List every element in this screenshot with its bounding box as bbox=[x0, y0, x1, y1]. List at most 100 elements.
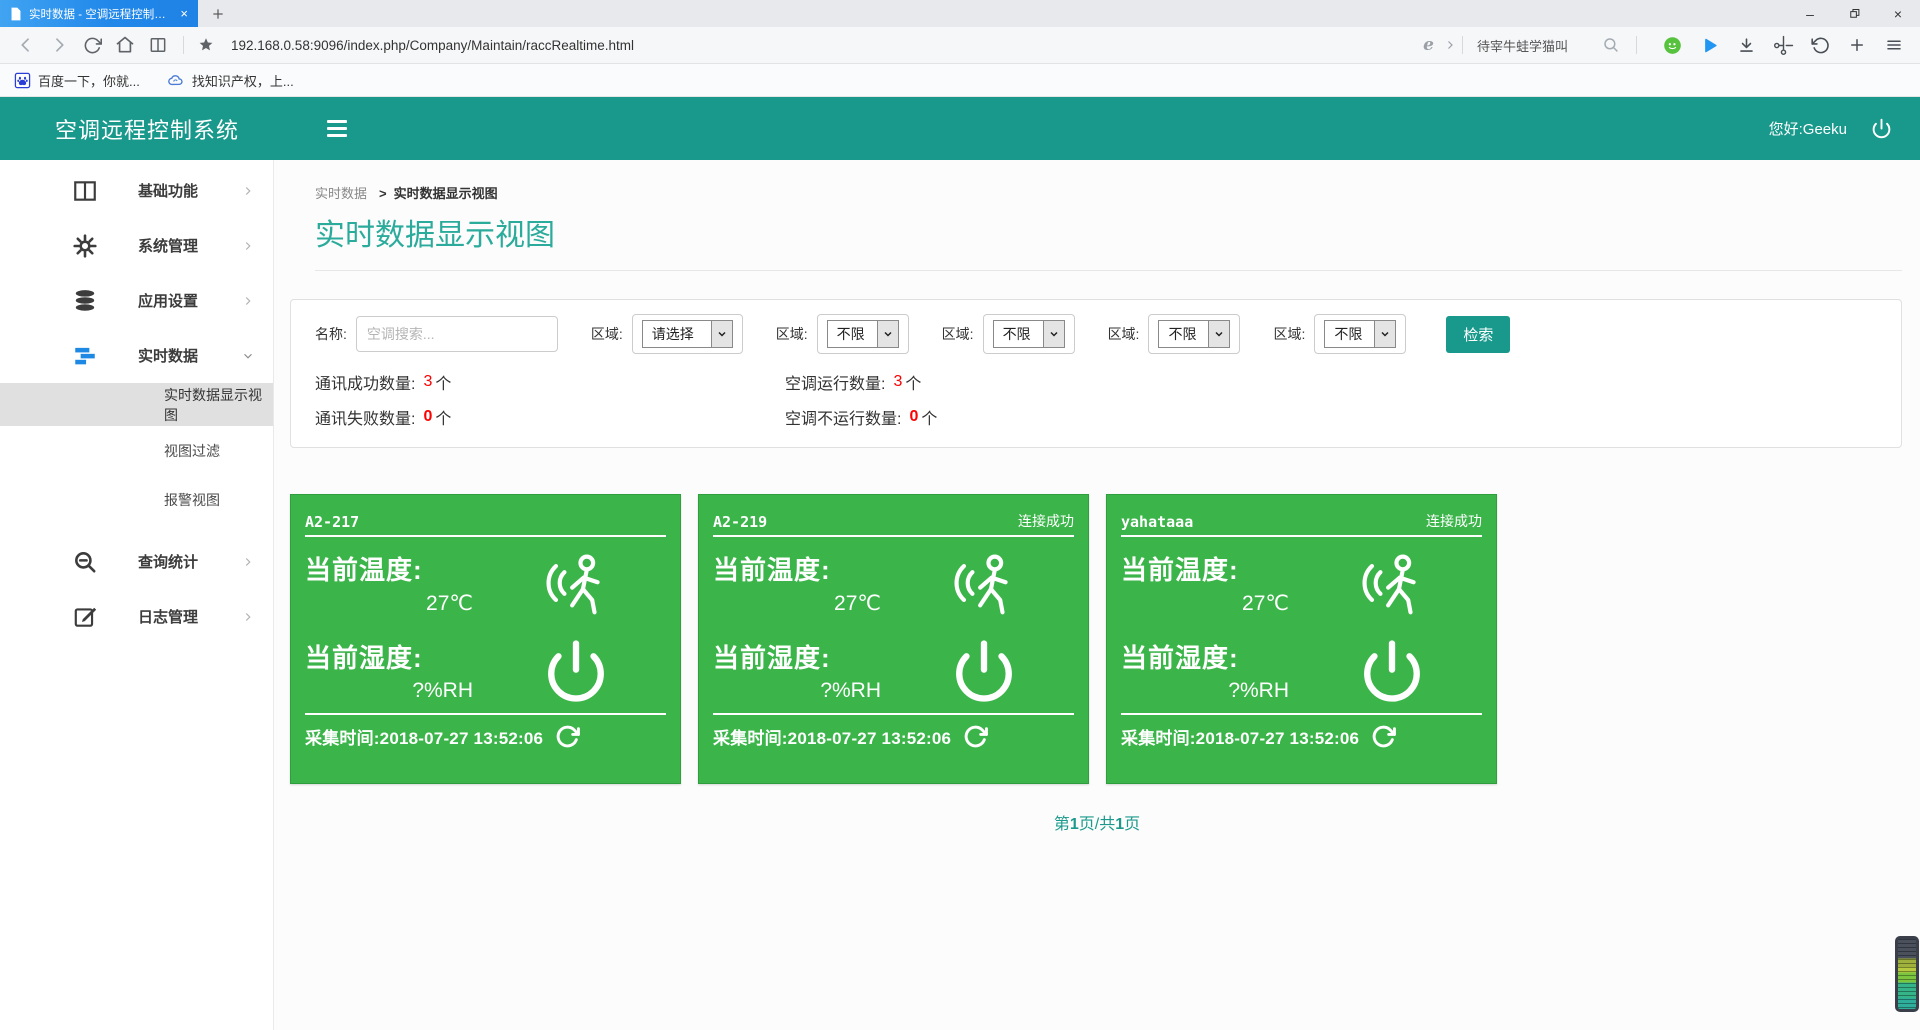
ac-name: A2-217 bbox=[305, 513, 359, 531]
gear-icon bbox=[72, 233, 98, 259]
chevron-right-icon bbox=[241, 239, 255, 253]
minimize-button[interactable]: – bbox=[1788, 0, 1832, 27]
refresh-icon[interactable] bbox=[1371, 724, 1396, 749]
address-bar[interactable]: 192.168.0.58:9096/index.php/Company/Main… bbox=[231, 38, 634, 53]
window-controls: – × bbox=[1788, 0, 1920, 27]
sidebar-item-basic-functions[interactable]: 基础功能 bbox=[0, 163, 273, 218]
refresh-icon[interactable] bbox=[963, 724, 988, 749]
undo-icon[interactable] bbox=[1808, 33, 1832, 57]
chevron-right-icon bbox=[241, 610, 255, 624]
divider bbox=[713, 535, 1074, 537]
sidebar-subitem-realtime-view[interactable]: 实时数据显示视图 bbox=[0, 383, 273, 426]
ac-name: yahataaa bbox=[1121, 513, 1193, 531]
divider bbox=[305, 713, 666, 715]
sidebar-toggle-icon[interactable] bbox=[327, 120, 347, 137]
ac-search-input[interactable] bbox=[356, 316, 558, 352]
edit-icon bbox=[72, 604, 98, 630]
toolbar-separator bbox=[183, 36, 184, 54]
breadcrumb: 实时数据>实时数据显示视图 bbox=[315, 183, 1902, 202]
divider bbox=[1121, 535, 1482, 537]
new-tab-button[interactable] bbox=[198, 0, 238, 27]
sidebar-item-query-statistics[interactable]: 查询统计 bbox=[0, 534, 273, 589]
chevron-down-icon bbox=[241, 349, 255, 363]
humidity-label: 当前湿度: bbox=[713, 643, 831, 673]
chevron-right-icon bbox=[241, 294, 255, 308]
menu-icon[interactable] bbox=[1882, 33, 1906, 57]
bookmark-label: 百度一下，你就... bbox=[38, 71, 140, 90]
motion-walk-icon[interactable] bbox=[1301, 546, 1482, 620]
search-icon[interactable] bbox=[1599, 33, 1623, 57]
refresh-icon[interactable] bbox=[555, 724, 580, 749]
name-label: 名称: bbox=[315, 324, 347, 344]
temp-label: 当前温度: bbox=[713, 555, 831, 585]
back-icon[interactable] bbox=[14, 33, 38, 57]
divider bbox=[305, 535, 666, 537]
stat-ac-running: 空调运行数量:3个 bbox=[785, 370, 1881, 394]
refresh-icon[interactable] bbox=[80, 33, 104, 57]
wechat-icon[interactable] bbox=[1660, 33, 1684, 57]
restore-icon bbox=[1847, 6, 1862, 21]
sidebar: 基础功能 系统管理 应用设置 实时数据 实时数据显示视图 视图过滤 报警视图 bbox=[0, 160, 274, 1030]
baidu-paw-icon bbox=[14, 72, 31, 89]
power-icon[interactable] bbox=[893, 638, 1074, 704]
humidity-label: 当前湿度: bbox=[1121, 643, 1239, 673]
browser-tab[interactable]: 实时数据 - 空调远程控制系统 × bbox=[0, 0, 198, 27]
motion-walk-icon[interactable] bbox=[485, 546, 666, 620]
reading-mode-icon[interactable] bbox=[146, 33, 170, 57]
toolbar-search-keyword[interactable]: 待宰牛蛙学猫叫 bbox=[1477, 36, 1568, 55]
connection-status: 连接成功 bbox=[1018, 511, 1074, 531]
region-select-1[interactable]: 请选择 bbox=[632, 314, 743, 354]
search-button[interactable]: 检索 bbox=[1446, 316, 1510, 353]
breadcrumb-current: 实时数据显示视图 bbox=[394, 186, 498, 201]
tab-bar: 实时数据 - 空调远程控制系统 × – × bbox=[0, 0, 1920, 27]
temp-value: 27℃ bbox=[1121, 591, 1301, 616]
toolbar-separator bbox=[1636, 36, 1637, 54]
humidity-label: 当前湿度: bbox=[305, 643, 423, 673]
bookmark-star-icon[interactable] bbox=[194, 33, 218, 57]
ac-name: A2-219 bbox=[713, 513, 767, 531]
stat-comm-success: 通讯成功数量:3个 bbox=[315, 370, 785, 394]
cloud-icon bbox=[166, 72, 185, 89]
scroll-indicator-widget[interactable] bbox=[1895, 936, 1919, 1012]
region-select-4[interactable]: 不限 bbox=[1148, 314, 1240, 354]
browser-window: 实时数据 - 空调远程控制系统 × – × 192.168.0.58:9096/… bbox=[0, 0, 1920, 1030]
close-button[interactable]: × bbox=[1876, 0, 1920, 27]
bookmark-baidu[interactable]: 百度一下，你就... bbox=[14, 71, 140, 90]
tab-title: 实时数据 - 空调远程控制系统 bbox=[29, 6, 171, 22]
connection-status: 连接成功 bbox=[1426, 511, 1482, 531]
temp-label: 当前温度: bbox=[1121, 555, 1239, 585]
ie-compat-icon[interactable]: e bbox=[1423, 35, 1434, 55]
download-icon[interactable] bbox=[1734, 33, 1758, 57]
sidebar-item-app-settings[interactable]: 应用设置 bbox=[0, 273, 273, 328]
chevron-right-icon[interactable] bbox=[1442, 33, 1458, 57]
pagination: 第1页/共1页 bbox=[274, 810, 1920, 834]
main-content: 实时数据>实时数据显示视图 实时数据显示视图 名称: 区域: 请选择 区域: 不… bbox=[274, 160, 1920, 1030]
sidebar-item-log-management[interactable]: 日志管理 bbox=[0, 589, 273, 644]
power-icon[interactable] bbox=[1301, 638, 1482, 704]
breadcrumb-parent[interactable]: 实时数据 bbox=[315, 186, 367, 201]
stat-comm-failed: 通讯失败数量:0个 bbox=[315, 405, 785, 429]
bookmark-ip[interactable]: 找知识产权，上... bbox=[166, 71, 294, 90]
home-icon[interactable] bbox=[113, 33, 137, 57]
stats-grid: 通讯成功数量:3个 空调运行数量:3个 通讯失败数量:0个 空调不运行数量:0个 bbox=[315, 370, 1881, 429]
region-select-5[interactable]: 不限 bbox=[1314, 314, 1406, 354]
region-select-3[interactable]: 不限 bbox=[983, 314, 1075, 354]
play-share-icon[interactable] bbox=[1697, 33, 1721, 57]
scissors-icon[interactable] bbox=[1771, 33, 1795, 57]
divider bbox=[315, 270, 1902, 271]
motion-walk-icon[interactable] bbox=[893, 546, 1074, 620]
sidebar-item-system-management[interactable]: 系统管理 bbox=[0, 218, 273, 273]
restore-button[interactable] bbox=[1832, 0, 1876, 27]
divider bbox=[1121, 713, 1482, 715]
select-arrow-icon bbox=[1374, 321, 1395, 347]
logout-power-icon[interactable] bbox=[1871, 118, 1892, 139]
power-icon[interactable] bbox=[485, 638, 666, 704]
add-icon[interactable] bbox=[1845, 33, 1869, 57]
sidebar-subitem-view-filter[interactable]: 视图过滤 bbox=[0, 426, 273, 475]
collect-time: 采集时间:2018-07-27 13:52:06 bbox=[305, 724, 543, 749]
tab-close-icon[interactable]: × bbox=[178, 7, 190, 20]
sidebar-item-realtime-data[interactable]: 实时数据 bbox=[0, 328, 273, 383]
forward-icon[interactable] bbox=[47, 33, 71, 57]
sidebar-subitem-alarm-view[interactable]: 报警视图 bbox=[0, 475, 273, 524]
region-select-2[interactable]: 不限 bbox=[817, 314, 909, 354]
